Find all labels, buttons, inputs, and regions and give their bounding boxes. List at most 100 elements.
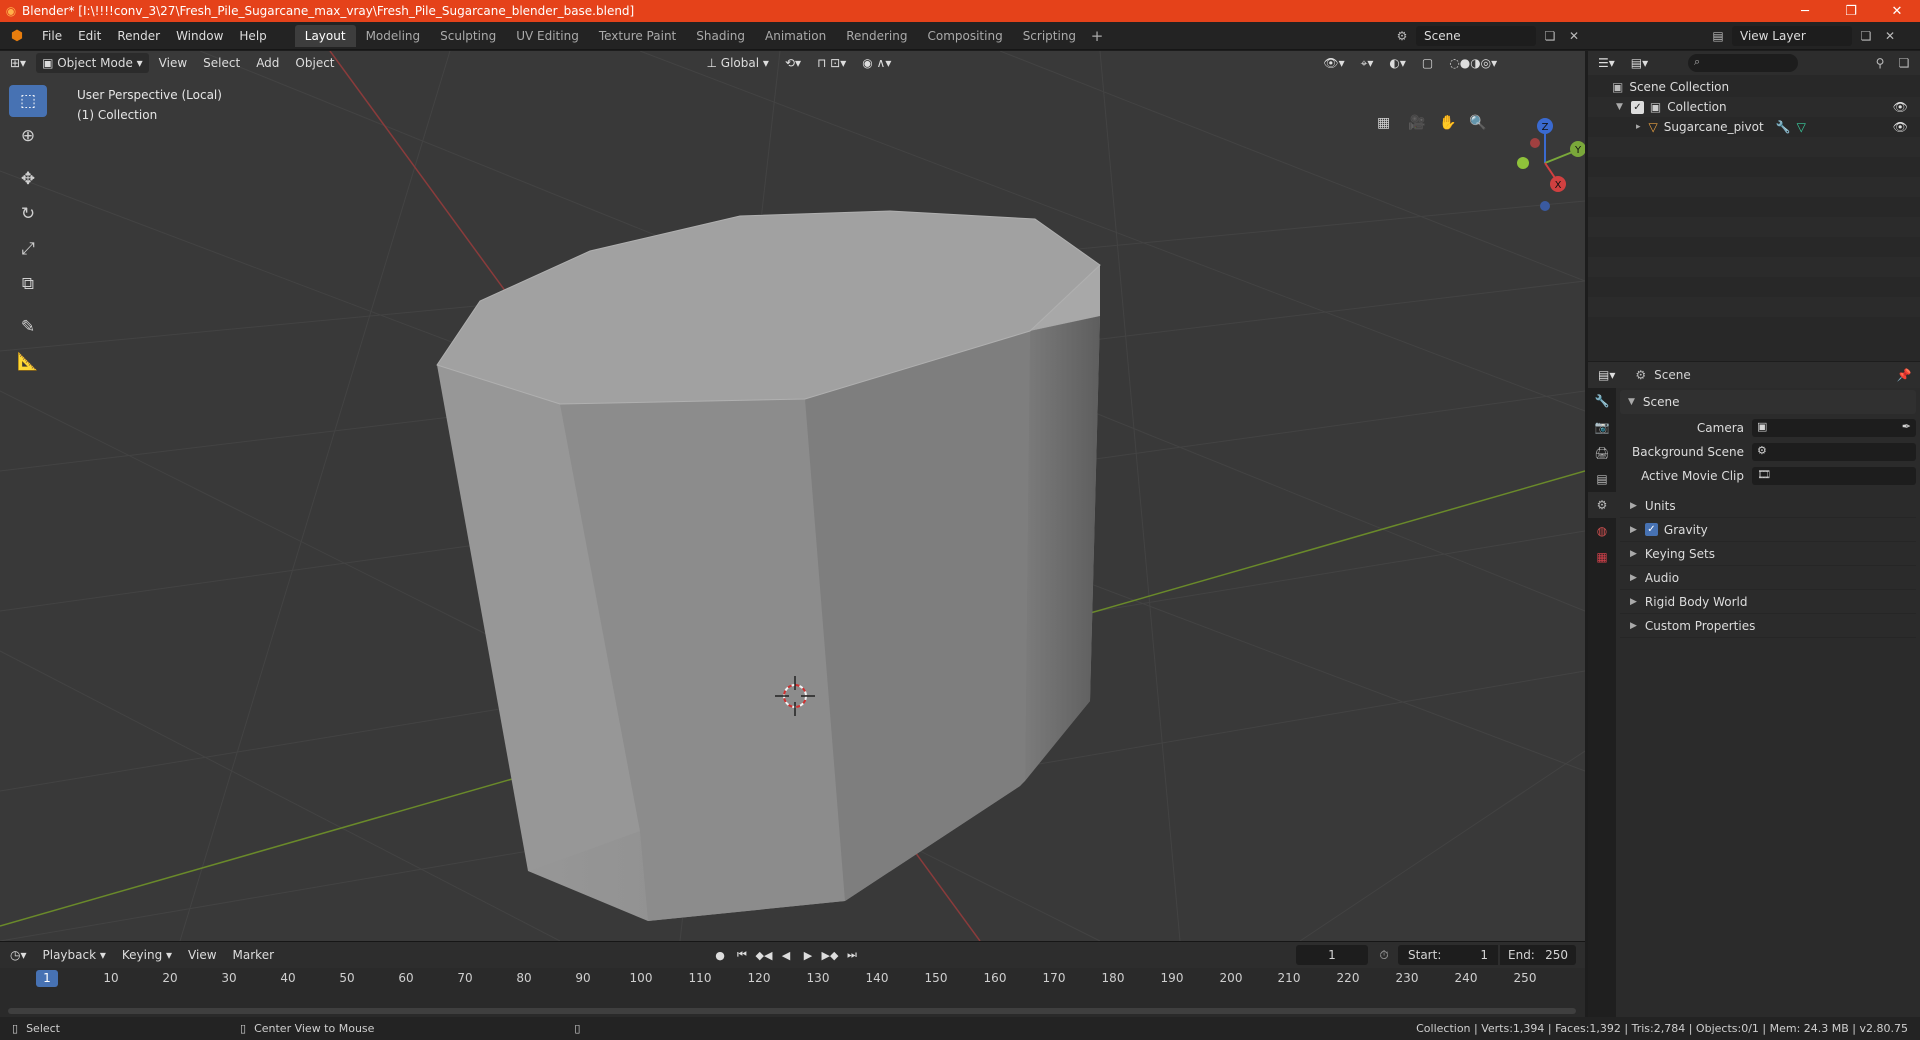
keying-sets-panel-header[interactable]: ▶ Keying Sets (1620, 542, 1916, 566)
snap-icon[interactable]: ⊓ ⊡▾ (811, 53, 852, 73)
menu-object[interactable]: Object (289, 53, 340, 73)
prev-keyframe-icon[interactable]: ◆◀ (754, 945, 774, 965)
new-collection-icon[interactable]: ❏ (1894, 53, 1914, 73)
add-workspace-icon[interactable]: + (1086, 27, 1108, 45)
visibility-icon[interactable]: 👁▾ (1317, 53, 1350, 73)
outliner-search-input[interactable]: ⌕ (1688, 54, 1798, 72)
collection-eye-icon[interactable]: 👁 (1893, 100, 1908, 114)
gizmo-neg-x-axis[interactable] (1530, 138, 1540, 148)
menu-timeline-view[interactable]: View (182, 945, 222, 965)
scene-icon[interactable]: ⚙ (1392, 26, 1412, 46)
units-panel-header[interactable]: ▶ Units (1620, 494, 1916, 518)
timeline-scrollbar[interactable] (8, 1008, 1576, 1014)
timeline-editor-type-icon[interactable]: ◷▾ (4, 945, 33, 965)
editor-type-icon[interactable]: ⊞▾ (4, 53, 32, 73)
3d-viewport[interactable]: ⊞▾ ▣ Object Mode ▾ View Select Add Objec… (0, 51, 1585, 941)
background-scene-field[interactable]: ⚙ (1752, 443, 1916, 461)
tab-modeling[interactable]: Modeling (356, 25, 431, 47)
minimize-icon[interactable]: ─ (1782, 0, 1828, 22)
collection-exclude-checkbox[interactable]: ✓ (1630, 100, 1644, 114)
rotate-icon[interactable]: ↻ (9, 198, 47, 230)
tab-scripting[interactable]: Scripting (1013, 25, 1086, 47)
gravity-checkbox[interactable]: ✓ (1644, 523, 1658, 536)
preview-range-icon[interactable]: ⏱ (1374, 945, 1394, 965)
tool-tab-icon[interactable]: 🔧 (1588, 388, 1616, 414)
record-icon[interactable]: ● (710, 945, 730, 965)
menu-playback[interactable]: Playback ▾ (37, 945, 112, 965)
frame-ruler[interactable]: 1 10 20 30 40 50 60 70 80 90 100 110 120… (0, 968, 1585, 990)
eyedropper-icon[interactable]: ✒ (1902, 420, 1911, 433)
tab-layout[interactable]: Layout (294, 24, 356, 47)
properties-editor-type-icon[interactable]: ▤▾ (1592, 365, 1621, 385)
menu-add[interactable]: Add (250, 53, 285, 73)
menu-render[interactable]: Render (109, 25, 168, 47)
zoom-icon[interactable]: 🔍 (1469, 113, 1486, 131)
next-keyframe-icon[interactable]: ▶◆ (820, 945, 840, 965)
display-mode-icon[interactable]: ▤▾ (1625, 53, 1654, 73)
texture-tab-icon[interactable]: ▦ (1588, 544, 1616, 570)
filter-icon[interactable]: ⚲ (1870, 53, 1890, 73)
jump-end-icon[interactable]: ⏭ (842, 945, 862, 965)
overlay-toggle-icon[interactable]: ◐▾ (1383, 53, 1412, 73)
proportional-edit-icon[interactable]: ◉ ∧▾ (856, 53, 897, 73)
delete-view-layer-icon[interactable]: ✕ (1880, 26, 1900, 46)
play-reverse-icon[interactable]: ◀ (776, 945, 796, 965)
menu-help[interactable]: Help (231, 25, 274, 47)
cursor-icon[interactable]: ⊕ (9, 120, 47, 152)
object-mode-dropdown[interactable]: ▣ Object Mode ▾ (36, 53, 149, 73)
restore-icon[interactable]: ❐ (1828, 0, 1874, 22)
menu-file[interactable]: File (34, 25, 70, 47)
annotate-icon[interactable]: ✎ (9, 311, 47, 343)
tab-rendering[interactable]: Rendering (836, 25, 917, 47)
outliner-row-scene-collection[interactable]: ▣ Scene Collection (1588, 77, 1920, 97)
tab-compositing[interactable]: Compositing (917, 25, 1012, 47)
close-icon[interactable]: ✕ (1874, 0, 1920, 22)
scene-name-field[interactable]: Scene (1416, 26, 1536, 46)
playhead[interactable]: 1 (36, 970, 58, 987)
expand-object-icon[interactable]: ▸ (1636, 122, 1641, 132)
camera-field[interactable]: ▣ ✒ (1752, 419, 1916, 437)
tab-sculpting[interactable]: Sculpting (430, 25, 506, 47)
scene-tab-icon[interactable]: ⚙ (1588, 492, 1616, 518)
render-tab-icon[interactable]: 📷 (1588, 414, 1616, 440)
xray-icon[interactable]: ▢ (1416, 53, 1439, 73)
current-frame-field[interactable]: 1 (1296, 945, 1368, 965)
view-layer-name-field[interactable]: View Layer (1732, 26, 1852, 46)
start-frame-field[interactable]: Start: 1 (1398, 945, 1498, 965)
object-eye-icon[interactable]: 👁 (1893, 120, 1908, 134)
menu-window[interactable]: Window (168, 25, 231, 47)
play-icon[interactable]: ▶ (798, 945, 818, 965)
gizmo-neg-y-axis[interactable] (1517, 157, 1529, 169)
audio-panel-header[interactable]: ▶ Audio (1620, 566, 1916, 590)
gizmo-toggle-icon[interactable]: ⌖▾ (1355, 53, 1380, 73)
menu-edit[interactable]: Edit (70, 25, 109, 47)
world-tab-icon[interactable]: ◍ (1588, 518, 1616, 544)
gizmo-neg-z-axis[interactable] (1540, 201, 1550, 211)
expand-collection-icon[interactable]: ▼ (1616, 102, 1623, 112)
move-icon[interactable]: ✥ (9, 163, 47, 195)
transform-orientation-dropdown[interactable]: ⊥ Global ▾ (701, 53, 775, 73)
menu-select[interactable]: Select (197, 53, 246, 73)
view-layer-icon[interactable]: ▤ (1708, 26, 1728, 46)
camera-view-icon[interactable]: 🎥 (1408, 114, 1425, 131)
tab-uv-editing[interactable]: UV Editing (506, 25, 589, 47)
blender-menu-icon[interactable]: ⬢ (0, 28, 34, 44)
scene-panel-header[interactable]: ▼ Scene (1620, 390, 1916, 414)
jump-start-icon[interactable]: ⏮ (732, 945, 752, 965)
menu-view[interactable]: View (153, 53, 193, 73)
outliner-row-sugarcane-pivot[interactable]: ▸ ▽ Sugarcane_pivot 🔧 ▽ 👁 (1588, 117, 1920, 137)
pivot-point-icon[interactable]: ⟲▾ (779, 53, 807, 73)
menu-marker[interactable]: Marker (227, 945, 280, 965)
end-frame-field[interactable]: End: 250 (1500, 945, 1576, 965)
sugarcane-object[interactable] (436, 210, 1101, 921)
gravity-panel-header[interactable]: ▶ ✓ Gravity (1620, 518, 1916, 542)
mesh-data-icon[interactable]: ▽ (1797, 120, 1806, 134)
active-movie-clip-field[interactable]: 🎞 (1752, 467, 1916, 485)
menu-keying[interactable]: Keying ▾ (116, 945, 178, 965)
toggle-grid-icon[interactable]: ▦ (1377, 115, 1390, 131)
tab-animation[interactable]: Animation (755, 25, 836, 47)
measure-icon[interactable]: 📐 (9, 346, 47, 378)
output-tab-icon[interactable]: 🖨 (1588, 440, 1616, 466)
delete-scene-icon[interactable]: ✕ (1564, 26, 1584, 46)
select-box-icon[interactable]: ⬚ (9, 85, 47, 117)
